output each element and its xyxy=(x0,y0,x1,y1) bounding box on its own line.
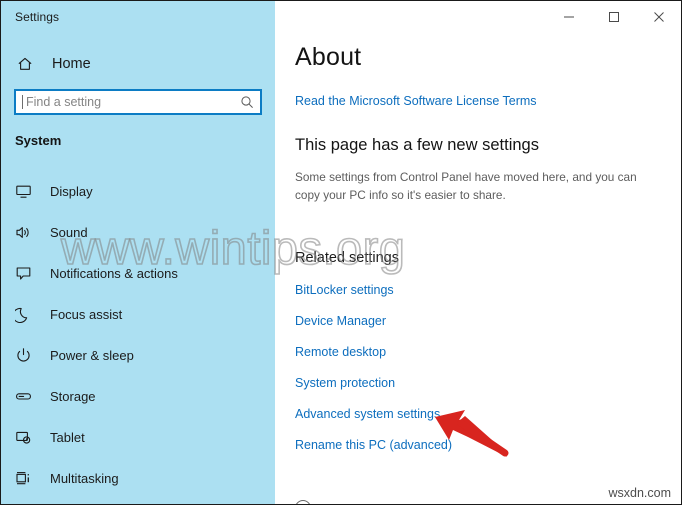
sidebar-item-label: Display xyxy=(50,184,93,199)
sidebar-item-notifications[interactable]: Notifications & actions xyxy=(1,253,275,294)
window-controls xyxy=(275,1,681,32)
moon-icon xyxy=(15,306,41,323)
link-device-manager[interactable]: Device Manager xyxy=(295,309,595,340)
link-system-protection[interactable]: System protection xyxy=(295,371,595,402)
sidebar-nav-list: Display Sound Notifications & actions Fo… xyxy=(1,171,275,499)
sidebar-item-label: Storage xyxy=(50,389,96,404)
sidebar-item-storage[interactable]: Storage xyxy=(1,376,275,417)
sidebar-item-label: Power & sleep xyxy=(50,348,134,363)
sidebar-section-title: System xyxy=(15,133,62,148)
power-icon xyxy=(15,347,41,364)
page-title: About xyxy=(295,43,362,71)
sidebar-item-power-sleep[interactable]: Power & sleep xyxy=(1,335,275,376)
title-bar-left: Settings xyxy=(1,1,275,32)
search-box[interactable] xyxy=(14,89,262,115)
new-settings-body: Some settings from Control Panel have mo… xyxy=(295,170,637,202)
sidebar-item-label: Notifications & actions xyxy=(50,266,178,281)
sidebar-item-home[interactable]: Home xyxy=(1,48,275,80)
sidebar-item-multitasking[interactable]: Multitasking xyxy=(1,458,275,499)
sidebar: Home System Display xyxy=(1,32,275,504)
minimize-button[interactable] xyxy=(546,1,591,32)
chat-bubble-icon xyxy=(15,265,41,282)
cut-off-content xyxy=(295,487,495,504)
sidebar-home-label: Home xyxy=(52,56,91,72)
close-button[interactable] xyxy=(636,1,681,32)
app-title: Settings xyxy=(15,9,60,24)
main-content: About Read the Microsoft Software Licens… xyxy=(275,32,681,504)
multitasking-icon xyxy=(15,470,41,487)
sidebar-item-label: Multitasking xyxy=(50,471,119,486)
search-icon[interactable] xyxy=(234,95,260,109)
settings-window: Settings Home Find a setting System Disp… xyxy=(0,0,682,505)
search-input[interactable] xyxy=(23,91,234,113)
link-rename-this-pc[interactable]: Rename this PC (advanced) xyxy=(295,433,595,464)
new-settings-heading: This page has a few new settings xyxy=(295,136,539,154)
drive-icon xyxy=(15,388,41,405)
sidebar-item-label: Tablet xyxy=(50,430,85,445)
related-settings-links: BitLocker settings Device Manager Remote… xyxy=(295,278,595,464)
maximize-button[interactable] xyxy=(591,1,636,32)
link-advanced-system-settings[interactable]: Advanced system settings xyxy=(295,402,595,433)
sidebar-item-display[interactable]: Display xyxy=(1,171,275,212)
sidebar-item-sound[interactable]: Sound xyxy=(1,212,275,253)
tablet-icon xyxy=(15,429,41,446)
link-remote-desktop[interactable]: Remote desktop xyxy=(295,340,595,371)
sidebar-item-focus-assist[interactable]: Focus assist xyxy=(1,294,275,335)
sidebar-item-label: Focus assist xyxy=(50,307,123,322)
partial-circle-icon xyxy=(295,500,311,504)
home-icon xyxy=(17,56,43,72)
license-terms-link[interactable]: Read the Microsoft Software License Term… xyxy=(295,94,537,108)
speaker-icon xyxy=(15,224,41,241)
sidebar-item-tablet[interactable]: Tablet xyxy=(1,417,275,458)
monitor-icon xyxy=(15,183,41,200)
title-bar: Settings xyxy=(1,1,681,32)
sidebar-item-label: Sound xyxy=(50,225,88,240)
related-settings-heading: Related settings xyxy=(295,250,399,266)
link-bitlocker-settings[interactable]: BitLocker settings xyxy=(295,278,595,309)
